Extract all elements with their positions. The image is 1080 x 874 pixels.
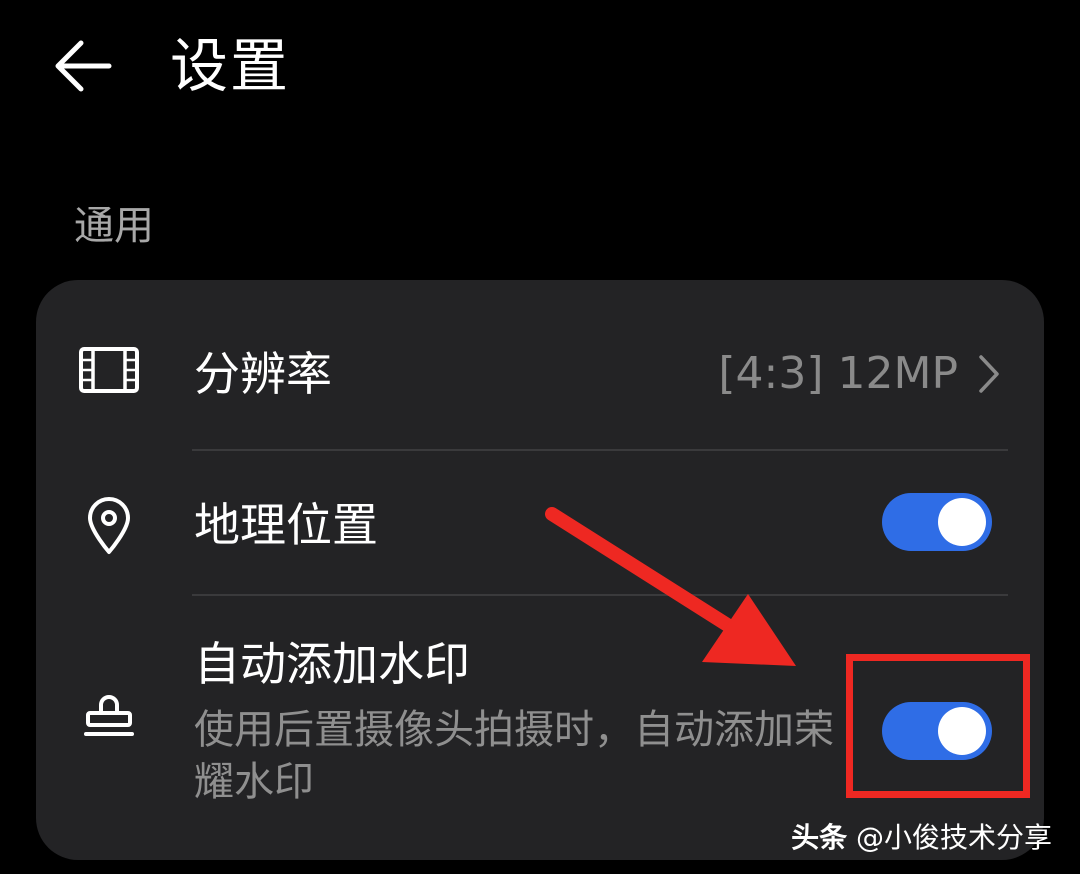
chevron-right-icon <box>978 354 1000 398</box>
location-pin-icon <box>76 497 142 555</box>
film-frame-icon <box>76 346 142 394</box>
arrow-left-icon <box>55 40 112 92</box>
location-title: 地理位置 <box>194 498 378 552</box>
watermark-brand: 头条 <box>791 821 848 854</box>
toggle-knob <box>938 498 986 546</box>
page-title: 设置 <box>170 32 291 100</box>
watermark-overlay: 头条 @小俊技术分享 <box>791 816 1052 856</box>
resolution-title: 分辨率 <box>194 347 332 401</box>
highlight-box <box>846 654 1030 798</box>
watermark-title: 自动添加水印 <box>194 637 470 691</box>
stamp-icon <box>76 680 142 740</box>
resolution-value: [4:3] 12MP <box>718 348 958 399</box>
back-button[interactable] <box>50 36 116 96</box>
location-row[interactable]: 地理位置 <box>36 451 1044 595</box>
header-bar: 设置 <box>0 0 1080 140</box>
resolution-row[interactable]: 分辨率 [4:3] 12MP <box>36 280 1044 450</box>
location-toggle[interactable] <box>882 493 992 551</box>
watermark-author: @小俊技术分享 <box>855 821 1052 854</box>
section-title: 通用 <box>74 203 154 249</box>
watermark-description: 使用后置摄像头拍摄时，自动添加荣耀水印 <box>194 707 834 805</box>
